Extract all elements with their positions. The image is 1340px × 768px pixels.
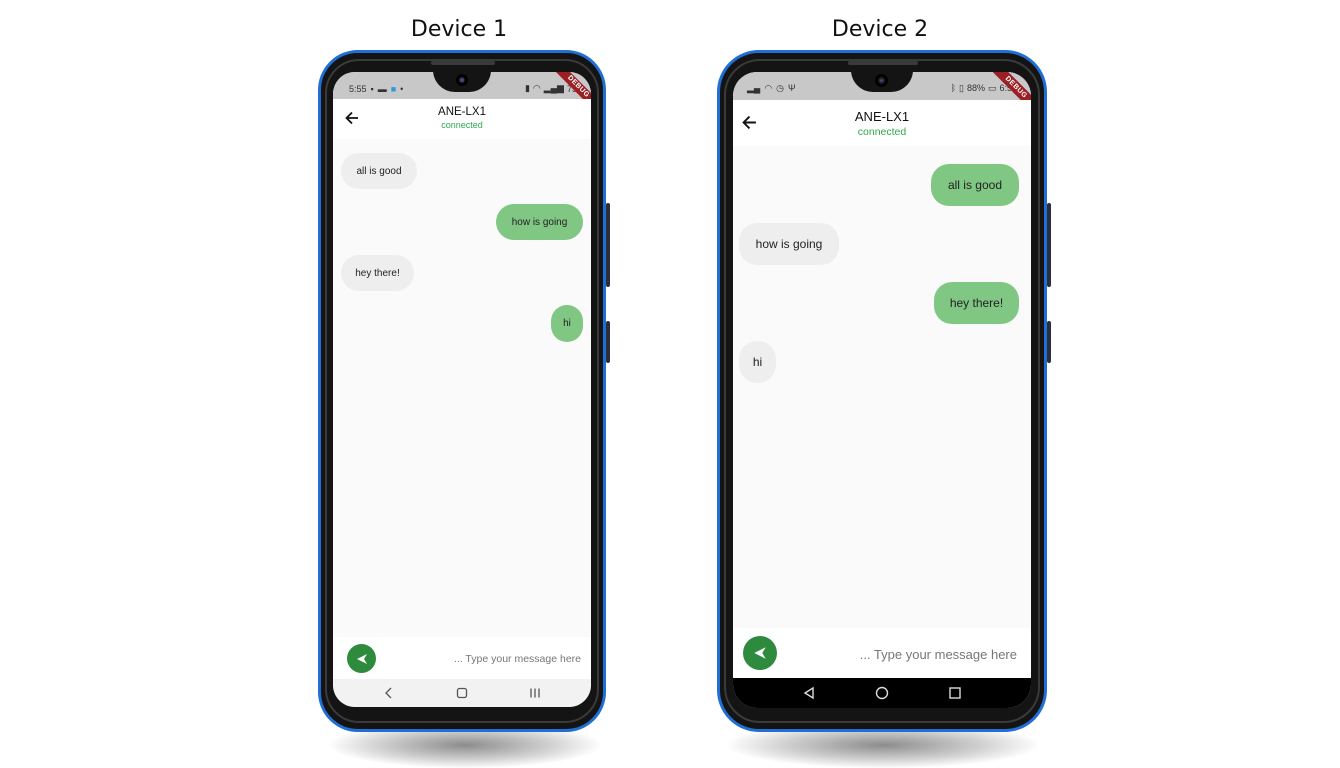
battery-saver-icon: ▮ (524, 83, 530, 93)
dot-icon: • (400, 83, 404, 94)
gallery-icon: ▪ (370, 83, 374, 94)
nav-recents-icon[interactable] (515, 681, 555, 705)
send-button[interactable] (347, 644, 376, 673)
message-bubble: hi (551, 305, 583, 342)
wifi-icon: ◠ (764, 82, 773, 93)
send-button[interactable] (743, 636, 777, 670)
message-bubble: all is good (341, 153, 417, 189)
send-icon (754, 647, 766, 659)
message-list: all is good how is going hey there! hi (733, 146, 1031, 708)
message-bubble: all is good (931, 164, 1019, 206)
device-1-screen: 5:55 ▪ ▬ ■ • ▮ ◠ ▂▄▆ 75 DEBUG ANE-LX1 co… (333, 72, 591, 707)
system-nav-bar (333, 679, 591, 707)
nav-recents-icon[interactable] (935, 681, 975, 705)
nav-back-icon[interactable] (369, 681, 409, 705)
app-notification-icon: ■ (390, 83, 397, 94)
system-nav-bar (733, 678, 1031, 708)
device-1-volume-button[interactable] (606, 203, 610, 287)
vibrate-icon: ▯ (958, 82, 964, 93)
cast-icon: ▬ (377, 83, 387, 94)
battery-icon: ▭ (987, 82, 997, 93)
device-1-power-button[interactable] (606, 321, 610, 363)
send-icon (356, 653, 367, 664)
device-1-speaker (431, 61, 495, 65)
front-camera-icon (875, 74, 888, 87)
device-2-speaker (848, 61, 918, 65)
message-input[interactable] (393, 647, 583, 671)
device-2-label: Device 2 (831, 17, 929, 42)
device-1-phone: 5:55 ▪ ▬ ■ • ▮ ◠ ▂▄▆ 75 DEBUG ANE-LX1 co… (318, 50, 610, 732)
nav-home-icon[interactable] (442, 681, 482, 705)
chat-title: ANE-LX1 (438, 106, 486, 118)
message-input[interactable] (803, 641, 1019, 667)
nav-home-icon[interactable] (862, 681, 902, 705)
usb-icon: Ψ (788, 83, 796, 93)
alarm-icon: ◷ (776, 82, 785, 93)
message-list: all is good how is going hey there! hi (333, 139, 591, 707)
signal-icon: ▂▄▆ (543, 83, 564, 93)
message-bubble: how is going (496, 204, 583, 240)
message-bubble: hi (739, 341, 776, 383)
device-2-volume-button[interactable] (1047, 203, 1051, 287)
message-bubble: hey there! (934, 282, 1019, 324)
message-bubble: hey there! (341, 255, 414, 291)
status-time: 5:55 (349, 83, 367, 94)
chat-title: ANE-LX1 (854, 109, 910, 124)
connection-status: connected (441, 120, 483, 130)
device-2-phone: ▂▄ ◠ ◷ Ψ ᛒ ▯ 88% ▭ 6:55 DEBUG ANE-LX1 co… (717, 50, 1051, 732)
message-input-bar (733, 628, 1031, 678)
status-battery: 88% (966, 83, 985, 93)
connection-status: connected (857, 126, 907, 138)
front-camera-icon (456, 74, 468, 86)
bluetooth-icon: ᛒ (950, 83, 956, 93)
device-2-power-button[interactable] (1047, 321, 1051, 363)
wifi-icon: ◠ (532, 83, 541, 93)
message-bubble: how is going (739, 223, 839, 265)
app-bar: ANE-LX1 connected (333, 99, 591, 139)
nav-back-icon[interactable] (789, 681, 829, 705)
signal-icon: ▂▄ (747, 82, 761, 93)
device-1-label: Device 1 (410, 17, 508, 42)
device-2-screen: ▂▄ ◠ ◷ Ψ ᛒ ▯ 88% ▭ 6:55 DEBUG ANE-LX1 co… (733, 72, 1031, 708)
message-input-bar (333, 637, 591, 679)
app-bar: ANE-LX1 connected (733, 100, 1031, 146)
